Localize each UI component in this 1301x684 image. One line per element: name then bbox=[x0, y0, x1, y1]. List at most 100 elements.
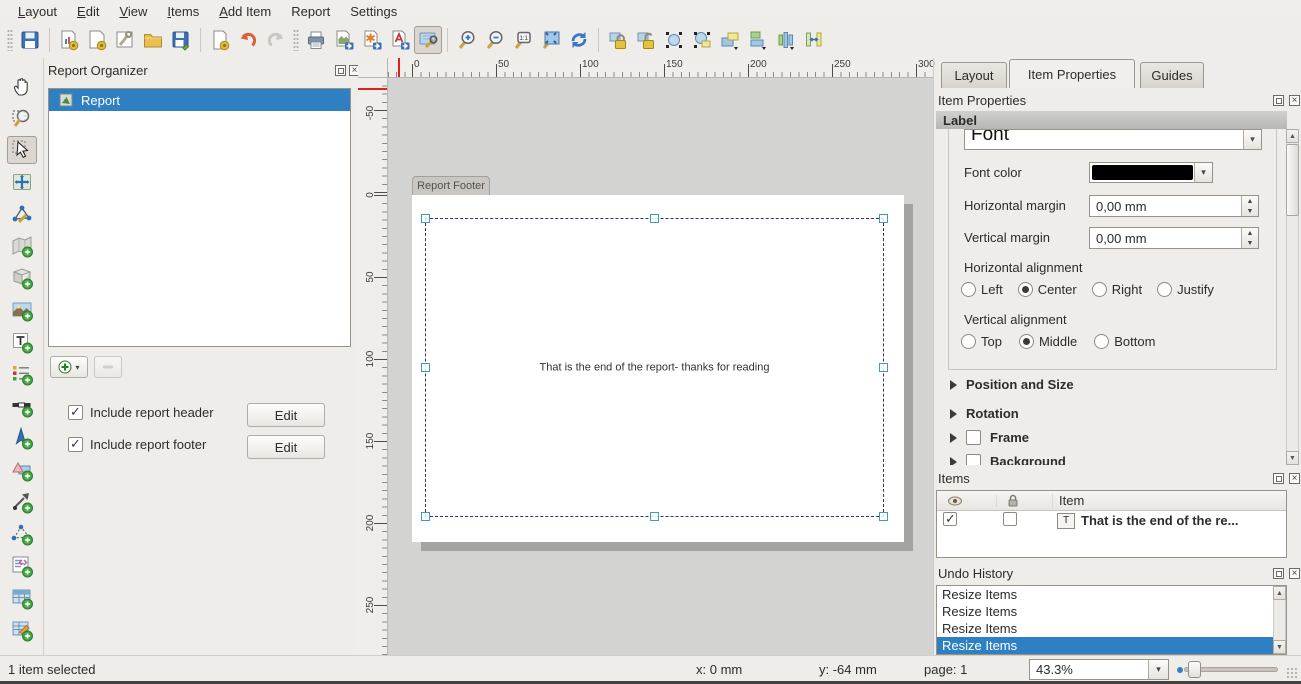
vertical-margin-input[interactable]: 0,00 mm ▲▼ bbox=[1089, 227, 1259, 249]
item-column-header[interactable]: Item bbox=[1053, 493, 1084, 508]
panel-close-icon[interactable] bbox=[1289, 568, 1300, 579]
tab-layout[interactable]: Layout bbox=[941, 62, 1007, 88]
remove-section-button[interactable] bbox=[94, 356, 122, 378]
raise-items-button[interactable] bbox=[716, 26, 744, 54]
background-checkbox[interactable] bbox=[966, 454, 981, 465]
menu-item-view[interactable]: View bbox=[109, 2, 157, 21]
deselect-all-button[interactable] bbox=[688, 26, 716, 54]
menu-item-report[interactable]: Report bbox=[281, 2, 340, 21]
menu-item-items[interactable]: Items bbox=[157, 2, 209, 21]
resize-items-button[interactable] bbox=[800, 26, 828, 54]
zoom-combobox-arrow-icon[interactable]: ▾ bbox=[1148, 660, 1168, 679]
select-item-tool-button[interactable] bbox=[7, 136, 37, 164]
font-button[interactable]: Font ▾ bbox=[964, 129, 1262, 150]
menu-item-settings[interactable]: Settings bbox=[340, 2, 407, 21]
save-as-template-button[interactable] bbox=[167, 26, 195, 54]
item-lock-checkbox[interactable] bbox=[1003, 512, 1017, 526]
radio-bottom[interactable] bbox=[1094, 334, 1109, 349]
zoom-in-button[interactable] bbox=[453, 26, 481, 54]
edit-footer-button[interactable]: Edit bbox=[247, 435, 325, 459]
add-node-item-button[interactable] bbox=[7, 520, 37, 548]
export-pdf-button[interactable] bbox=[386, 26, 414, 54]
panel-float-icon[interactable] bbox=[1273, 568, 1284, 579]
undo-entry-selected[interactable]: Resize Items bbox=[937, 637, 1286, 654]
radio-center[interactable] bbox=[1018, 282, 1033, 297]
edit-header-button[interactable]: Edit bbox=[247, 403, 325, 427]
section-rotation[interactable]: Rotation bbox=[950, 406, 1019, 421]
undo-entry[interactable]: Resize Items bbox=[937, 603, 1286, 620]
item-visible-checkbox[interactable] bbox=[943, 512, 957, 526]
export-svg-button[interactable] bbox=[358, 26, 386, 54]
scroll-down-icon[interactable]: ▼ bbox=[1286, 451, 1299, 465]
radio-middle[interactable] bbox=[1019, 334, 1034, 349]
spin-down-icon[interactable]: ▼ bbox=[1242, 206, 1258, 216]
add-picture-button[interactable] bbox=[7, 296, 37, 324]
redo-button[interactable] bbox=[262, 26, 290, 54]
zoom-out-button[interactable] bbox=[481, 26, 509, 54]
undo-entry[interactable]: Resize Items bbox=[937, 586, 1286, 603]
edit-nodes-tool-button[interactable] bbox=[7, 200, 37, 228]
font-color-dropdown-arrow-icon[interactable]: ▾ bbox=[1194, 163, 1212, 182]
resize-handle-nw[interactable] bbox=[421, 214, 430, 223]
resize-handle-sw[interactable] bbox=[421, 512, 430, 521]
unlock-items-button[interactable] bbox=[632, 26, 660, 54]
preview-toggle-button[interactable] bbox=[414, 26, 442, 54]
scroll-up-icon[interactable]: ▲ bbox=[1286, 129, 1299, 143]
move-content-tool-button[interactable] bbox=[7, 168, 37, 196]
radio-top[interactable] bbox=[961, 334, 976, 349]
spin-up-icon[interactable]: ▲ bbox=[1242, 196, 1258, 206]
selected-label-item[interactable]: That is the end of the report- thanks fo… bbox=[425, 218, 884, 517]
refresh-button[interactable] bbox=[565, 26, 593, 54]
horizontal-margin-input[interactable]: 0,00 mm ▲▼ bbox=[1089, 195, 1259, 217]
radio-justify[interactable] bbox=[1157, 282, 1172, 297]
items-table-row[interactable]: T That is the end of the re... bbox=[937, 511, 1286, 530]
select-all-button[interactable] bbox=[660, 26, 688, 54]
undo-history-scrollbar[interactable]: ▲ ▼ bbox=[1273, 586, 1286, 654]
tab-item-properties[interactable]: Item Properties bbox=[1009, 59, 1135, 88]
zoom-slider-handle[interactable] bbox=[1188, 661, 1201, 678]
open-folder-button[interactable] bbox=[139, 26, 167, 54]
scrollbar-thumb[interactable] bbox=[1286, 144, 1299, 216]
canvas-viewport[interactable]: Report Footer That is the end of the rep… bbox=[388, 78, 933, 655]
window-resize-grip[interactable] bbox=[1286, 667, 1298, 679]
tab-guides[interactable]: Guides bbox=[1140, 62, 1204, 88]
section-frame[interactable]: Frame bbox=[950, 430, 1029, 445]
new-report-button[interactable] bbox=[55, 26, 83, 54]
horizontal-margin-spinner[interactable]: ▲▼ bbox=[1241, 196, 1258, 216]
toolbar-grip[interactable] bbox=[7, 29, 13, 51]
lock-items-button[interactable] bbox=[604, 26, 632, 54]
undo-history-list[interactable]: Resize Items Resize Items Resize Items R… bbox=[936, 585, 1287, 655]
undo-button[interactable] bbox=[234, 26, 262, 54]
report-tree[interactable]: Report bbox=[48, 88, 351, 347]
zoom-tool-button[interactable] bbox=[7, 104, 37, 132]
include-header-checkbox[interactable] bbox=[68, 405, 83, 420]
panel-float-icon[interactable] bbox=[1273, 473, 1284, 484]
add-section-button[interactable]: ▾ bbox=[50, 356, 88, 378]
panel-float-icon[interactable] bbox=[1273, 95, 1284, 106]
menu-item-layout[interactable]: Layout bbox=[8, 2, 67, 21]
add-attribute-table-button[interactable] bbox=[7, 584, 37, 612]
radio-left[interactable] bbox=[961, 282, 976, 297]
radio-right[interactable] bbox=[1092, 282, 1107, 297]
zoom-full-button[interactable] bbox=[537, 26, 565, 54]
print-button[interactable] bbox=[302, 26, 330, 54]
add-label-button[interactable] bbox=[7, 328, 37, 356]
scroll-down-icon[interactable]: ▼ bbox=[1273, 640, 1286, 654]
vertical-margin-spinner[interactable]: ▲▼ bbox=[1241, 228, 1258, 248]
panel-float-icon[interactable] bbox=[335, 65, 346, 76]
undo-entry[interactable]: Resize Items bbox=[937, 620, 1286, 637]
spin-down-icon[interactable]: ▼ bbox=[1242, 238, 1258, 248]
panel-close-icon[interactable] bbox=[1289, 473, 1300, 484]
add-fixed-table-button[interactable] bbox=[7, 616, 37, 644]
add-legend-button[interactable] bbox=[7, 360, 37, 388]
section-position-and-size[interactable]: Position and Size bbox=[950, 377, 1074, 392]
add-scalebar-button[interactable] bbox=[7, 392, 37, 420]
resize-handle-ne[interactable] bbox=[879, 214, 888, 223]
distribute-items-button[interactable] bbox=[772, 26, 800, 54]
panel-close-icon[interactable] bbox=[1289, 95, 1300, 106]
add-shape-button[interactable] bbox=[7, 456, 37, 484]
items-table[interactable]: Item T That is the end of the re... bbox=[936, 490, 1287, 558]
export-image-button[interactable] bbox=[330, 26, 358, 54]
menu-item-add-item[interactable]: Add Item bbox=[209, 2, 281, 21]
item-properties-scrollbar[interactable]: ▲ ▼ bbox=[1286, 129, 1299, 465]
